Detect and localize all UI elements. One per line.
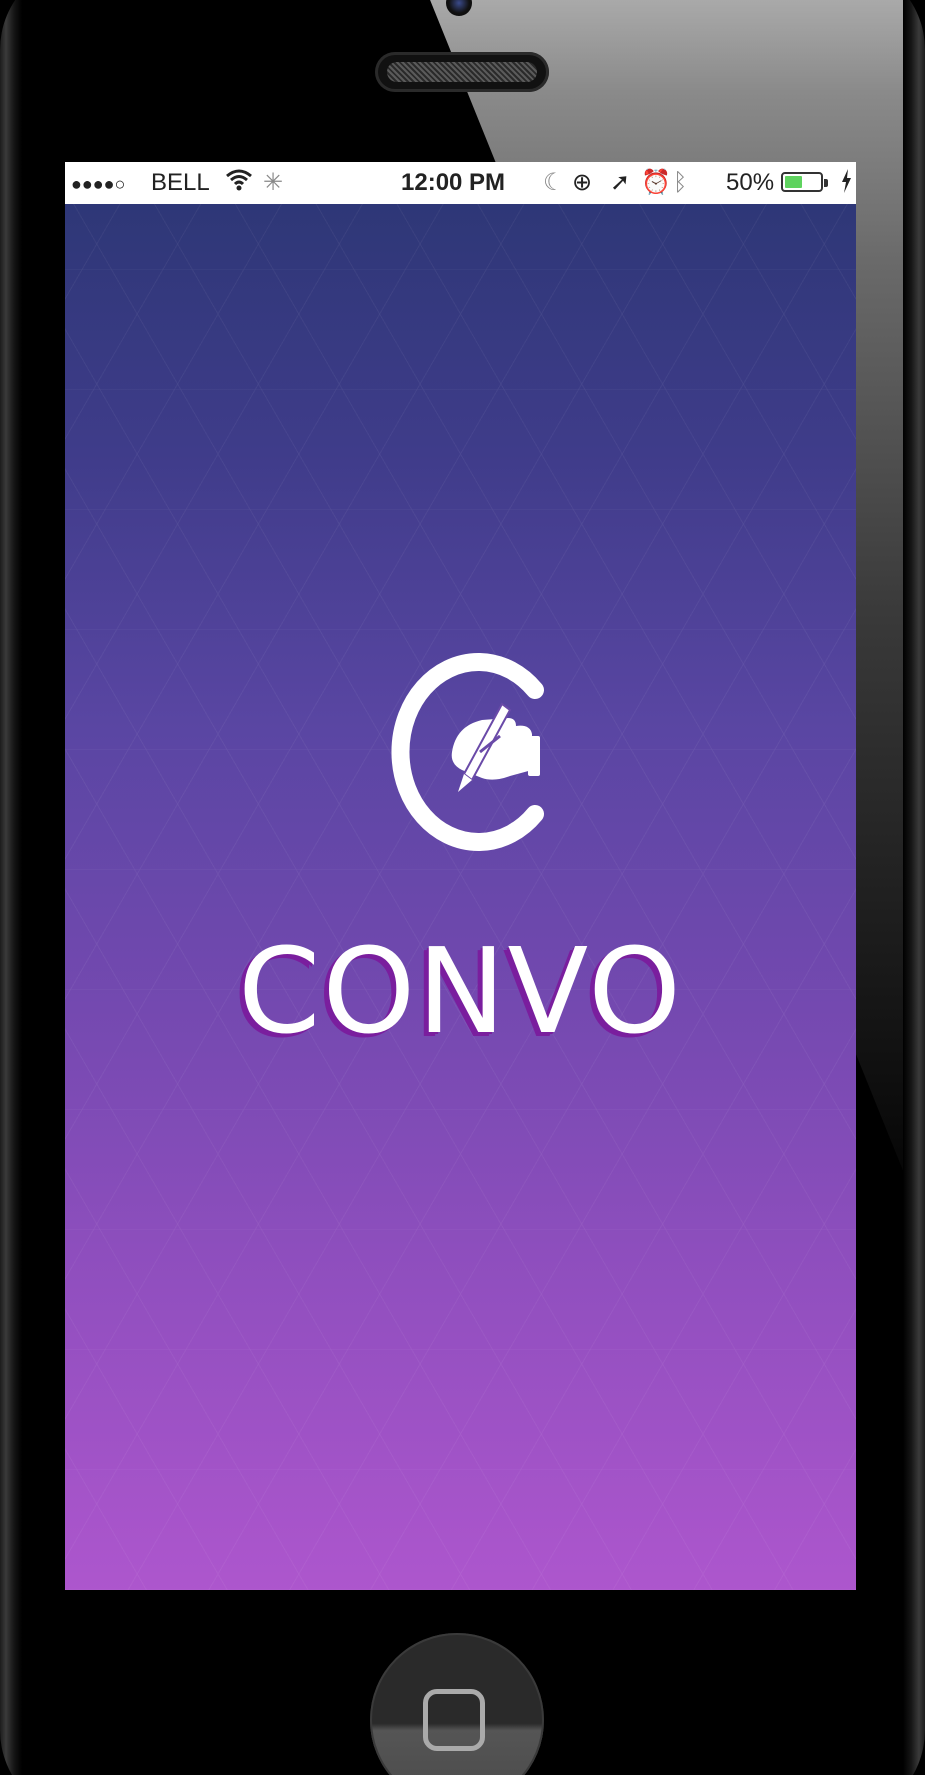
- bluetooth-icon: ᛒ: [673, 169, 688, 196]
- status-bar: ●●●●○ BELL ✳ 12:00 PM ☾ ⊕ ➚ ⏰ ᛒ 50%: [65, 162, 856, 204]
- signal-strength: ●●●●○: [71, 174, 126, 194]
- screen: ●●●●○ BELL ✳ 12:00 PM ☾ ⊕ ➚ ⏰ ᛒ 50% CONV…: [65, 162, 856, 1590]
- earpiece-speaker: [375, 52, 549, 92]
- battery-icon: [781, 172, 828, 192]
- phone-frame: ●●●●○ BELL ✳ 12:00 PM ☾ ⊕ ➚ ⏰ ᛒ 50% CONV…: [0, 0, 925, 1775]
- speaker-grill: [387, 62, 537, 82]
- rotation-lock-icon: ⊕: [572, 169, 593, 196]
- carrier-name: BELL: [151, 169, 210, 196]
- background-pattern: [65, 204, 856, 1590]
- c-hand-writing-icon: [390, 652, 560, 852]
- battery-percent: 50%: [726, 169, 775, 196]
- battery-nub: [824, 179, 828, 187]
- brand-name: CONVO: [237, 922, 684, 1060]
- home-square-icon: [423, 1689, 485, 1751]
- battery-fill: [785, 176, 802, 188]
- status-time: 12:00 PM: [401, 169, 506, 196]
- location-icon: ➚: [610, 169, 631, 196]
- wifi-icon: [225, 167, 253, 201]
- alarm-icon: ⏰: [641, 169, 671, 196]
- charging-bolt-icon: [840, 168, 852, 202]
- moon-icon: ☾: [543, 169, 565, 196]
- splash-screen: CONVO: [65, 204, 856, 1590]
- activity-icon: ✳: [263, 169, 284, 196]
